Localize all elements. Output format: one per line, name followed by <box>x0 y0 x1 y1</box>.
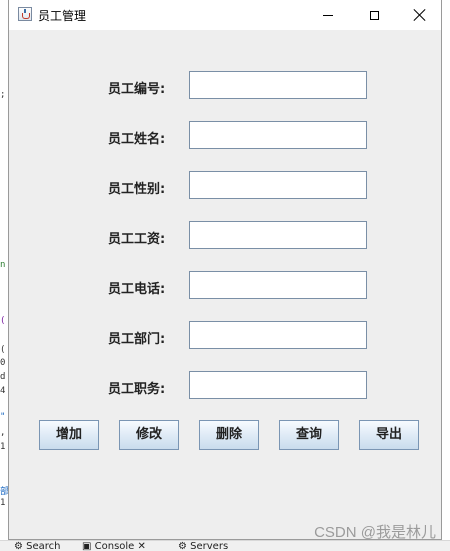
modify-button[interactable]: 修改 <box>119 420 179 450</box>
ide-code-fragment: , <box>0 428 6 438</box>
maximize-icon <box>369 10 379 20</box>
close-button[interactable] <box>397 0 443 30</box>
employee-phone-label: 员工电话: <box>108 282 166 297</box>
background-ide-editor: ; n ( ( 0 d 4 " , 1 部 1 <box>0 0 8 550</box>
form-row-employee-id: 员工编号: <box>9 71 441 101</box>
form-row-employee-department: 员工部门: <box>9 321 441 351</box>
employee-name-input[interactable] <box>189 121 367 149</box>
ide-code-fragment: 4 <box>0 386 6 396</box>
close-icon <box>414 9 426 21</box>
employee-management-window: 员工管理 员工编号: 员工姓名: 员工性别: 员工工资: 员工电话: 员工部门:… <box>8 0 442 540</box>
minimize-icon <box>323 14 333 16</box>
form-row-employee-gender: 员工性别: <box>9 171 441 201</box>
employee-salary-input[interactable] <box>189 221 367 249</box>
employee-phone-input[interactable] <box>189 271 367 299</box>
add-button[interactable]: 增加 <box>39 420 99 450</box>
window-title: 员工管理 <box>38 9 87 23</box>
employee-name-label: 员工姓名: <box>108 132 166 147</box>
query-button[interactable]: 查询 <box>279 420 339 450</box>
form-row-employee-position: 员工职务: <box>9 371 441 401</box>
employee-salary-label: 员工工资: <box>108 232 166 247</box>
ide-code-fragment: ( <box>0 316 6 326</box>
ide-code-fragment: 部 <box>0 487 8 497</box>
employee-id-input[interactable] <box>189 71 367 99</box>
employee-position-label: 员工职务: <box>108 382 166 397</box>
title-bar[interactable]: 员工管理 <box>9 0 441 30</box>
delete-button[interactable]: 删除 <box>199 420 259 450</box>
employee-department-label: 员工部门: <box>108 332 166 347</box>
form-row-employee-salary: 员工工资: <box>9 221 441 251</box>
form-row-employee-name: 员工姓名: <box>9 121 441 151</box>
employee-gender-label: 员工性别: <box>108 182 166 197</box>
ide-code-fragment: 1 <box>0 442 6 452</box>
ide-code-fragment: n <box>0 260 6 270</box>
employee-department-input[interactable] <box>189 321 367 349</box>
csdn-watermark: CSDN @我是林儿 <box>314 524 436 541</box>
form-row-employee-phone: 员工电话: <box>9 271 441 301</box>
java-app-icon <box>18 7 32 21</box>
ide-code-fragment: d <box>0 372 6 382</box>
ide-code-fragment: 1 <box>0 498 6 508</box>
ide-code-fragment: 0 <box>0 358 6 368</box>
maximize-button[interactable] <box>351 0 397 30</box>
employee-position-input[interactable] <box>189 371 367 399</box>
ide-code-fragment: ; <box>0 90 6 100</box>
minimize-button[interactable] <box>305 0 351 30</box>
employee-id-label: 员工编号: <box>108 82 166 97</box>
ide-code-fragment: " <box>0 412 6 422</box>
export-button[interactable]: 导出 <box>359 420 419 450</box>
ide-code-fragment: ( <box>0 345 6 355</box>
employee-gender-input[interactable] <box>189 171 367 199</box>
